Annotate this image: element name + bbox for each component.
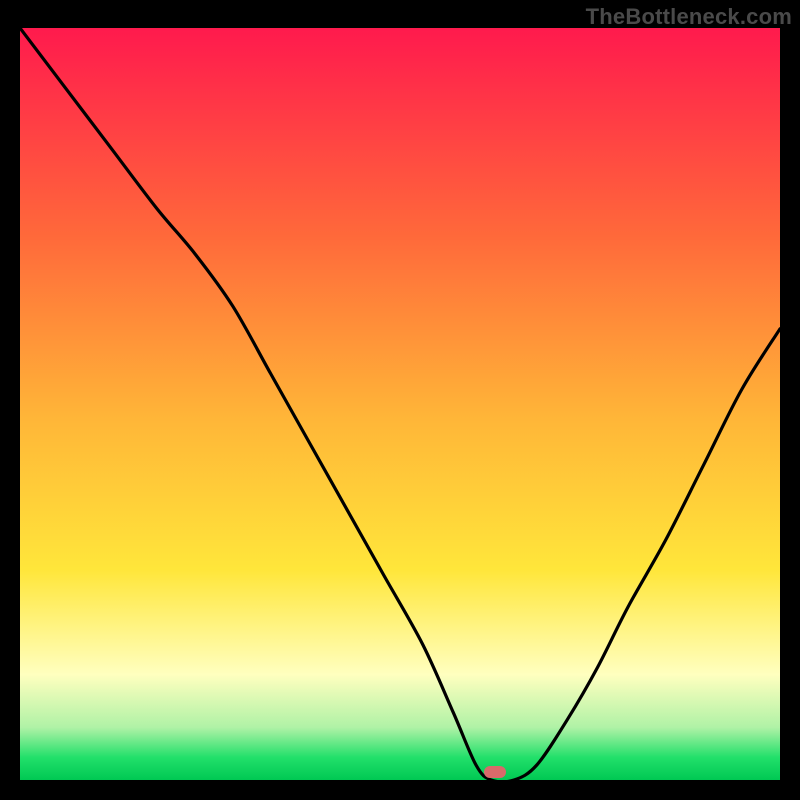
curve-layer (20, 28, 780, 780)
bottleneck-curve (20, 28, 780, 780)
chart-frame: TheBottleneck.com (0, 0, 800, 800)
watermark-text: TheBottleneck.com (586, 4, 792, 30)
plot-area (20, 28, 780, 780)
sweet-spot-marker (484, 766, 506, 778)
